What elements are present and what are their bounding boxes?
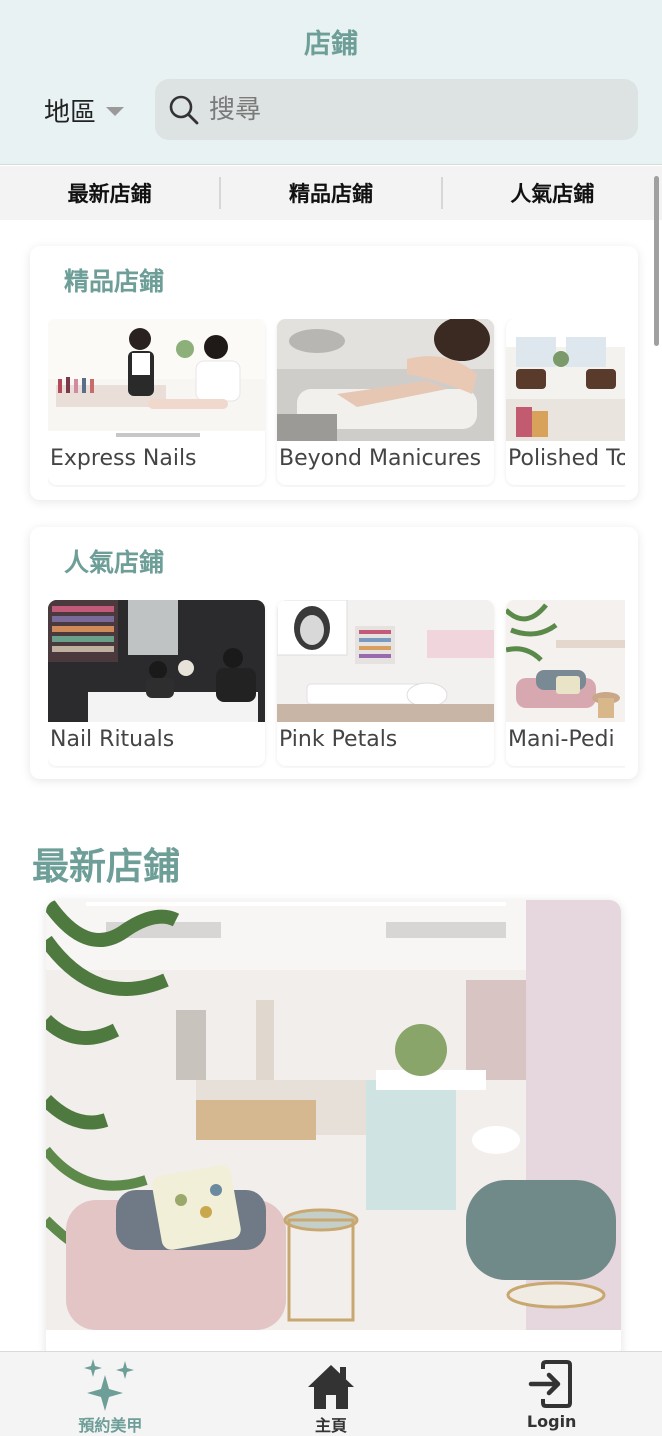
nav-label-login: Login	[526, 1412, 577, 1431]
store-photo	[48, 600, 265, 722]
bottom-nav: 預約美甲 主頁 Login	[0, 1351, 662, 1436]
section-title-latest: 最新店鋪	[32, 845, 180, 888]
store-photo	[48, 319, 265, 441]
region-label: 地區	[44, 98, 97, 128]
tab-popular[interactable]: 人氣店鋪	[443, 178, 662, 208]
page-title: 店鋪	[304, 29, 358, 60]
store-photo	[277, 600, 494, 722]
store-name: Mani-Pedi	[508, 727, 615, 752]
section-title-boutique: 精品店鋪	[64, 267, 165, 296]
nav-login[interactable]: Login	[441, 1352, 662, 1436]
nav-home[interactable]: 主頁	[221, 1352, 442, 1436]
search-bar[interactable]	[155, 79, 638, 140]
home-icon	[308, 1365, 354, 1409]
store-photo	[506, 319, 625, 441]
chevron-down-icon	[106, 107, 125, 116]
store-name: Pink Petals	[279, 727, 398, 752]
sparkle-icon	[84, 1359, 135, 1411]
store-photo	[277, 319, 494, 441]
nav-label-booking: 預約美甲	[78, 1416, 143, 1435]
boutique-section: 精品店鋪 Express Nails Beyond Manicures Poli…	[30, 246, 638, 500]
featured-store-photo	[46, 900, 621, 1360]
nav-label-home: 主頁	[315, 1416, 348, 1435]
store-card[interactable]: Polished To	[506, 319, 625, 485]
boutique-store-list[interactable]: Express Nails Beyond Manicures Polished …	[48, 319, 625, 487]
popular-store-list[interactable]: Nail Rituals Pink Petals Mani-Pedi	[48, 600, 625, 768]
search-input[interactable]	[209, 94, 609, 125]
store-card[interactable]: Pink Petals	[277, 600, 494, 766]
store-name: Polished To	[508, 446, 625, 471]
region-dropdown[interactable]: 地區	[44, 92, 125, 129]
store-card[interactable]: Beyond Manicures	[277, 319, 494, 485]
section-title-popular: 人氣店鋪	[64, 548, 165, 577]
category-tabs: 最新店鋪 精品店鋪 人氣店鋪	[0, 166, 662, 220]
nav-booking[interactable]: 預約美甲	[0, 1352, 221, 1436]
store-name: Express Nails	[50, 446, 197, 471]
login-icon	[528, 1360, 572, 1408]
store-name: Beyond Manicures	[279, 446, 482, 471]
featured-store-card[interactable]	[46, 900, 621, 1360]
tab-boutique[interactable]: 精品店鋪	[221, 178, 440, 208]
popular-section: 人氣店鋪 Nail Rituals Pink Petals Mani-Pedi	[30, 527, 638, 779]
tab-latest[interactable]: 最新店鋪	[0, 178, 219, 208]
store-name: Nail Rituals	[50, 727, 175, 752]
store-card[interactable]: Express Nails	[48, 319, 265, 485]
scrollbar[interactable]	[654, 176, 659, 346]
store-card[interactable]: Mani-Pedi	[506, 600, 625, 766]
store-card[interactable]: Nail Rituals	[48, 600, 265, 766]
search-icon	[169, 95, 199, 124]
store-photo	[506, 600, 625, 722]
app-header: 店鋪 地區	[0, 0, 662, 165]
